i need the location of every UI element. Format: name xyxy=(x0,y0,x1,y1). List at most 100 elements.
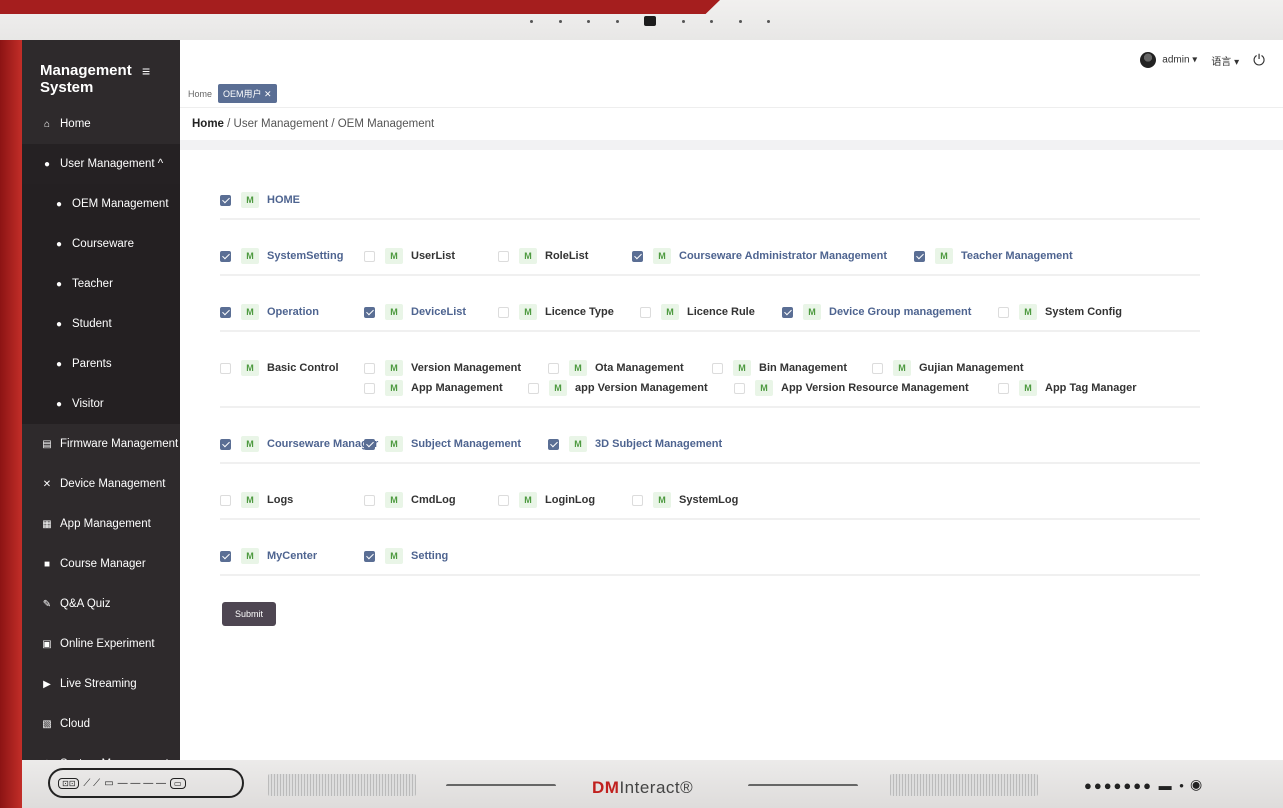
permission-item: M LoginLog xyxy=(498,492,595,508)
sidebar-item-label: Q&A Quiz xyxy=(60,598,111,610)
sidebar-item-q-a-quiz[interactable]: ✎ Q&A Quiz xyxy=(22,584,180,624)
permission-row: M MyCenter M Setting xyxy=(220,540,1200,576)
permission-label: DeviceList xyxy=(411,306,467,318)
permission-checkbox[interactable] xyxy=(548,438,559,450)
sidebar-item-cloud[interactable]: ▧ Cloud xyxy=(22,704,180,744)
sidebar-item-device-management[interactable]: ✕ Device Management xyxy=(22,464,180,504)
permission-checkbox[interactable] xyxy=(998,382,1009,394)
permission-checkbox[interactable] xyxy=(548,362,559,374)
permission-item: M Basic Control xyxy=(220,360,339,376)
menu-type-badge: M xyxy=(385,548,403,564)
permission-checkbox[interactable] xyxy=(498,494,509,506)
display-icon: ▭ xyxy=(169,777,186,789)
permission-checkbox[interactable] xyxy=(220,362,231,374)
permission-item: M App Tag Manager xyxy=(998,380,1136,396)
permission-item: M DeviceList xyxy=(364,304,466,320)
permission-checkbox[interactable] xyxy=(220,306,231,318)
sidebar-item-label: Courseware xyxy=(72,238,134,250)
sidebar-item-visitor[interactable]: ● Visitor xyxy=(22,384,180,424)
permission-checkbox[interactable] xyxy=(220,250,231,262)
power-icon[interactable]: ⏻ xyxy=(1253,52,1265,69)
camera-strip xyxy=(530,14,770,28)
permission-checkbox[interactable] xyxy=(498,306,509,318)
permission-item: M Bin Management xyxy=(712,360,847,376)
sidebar-item-user-management[interactable]: ● User Management ^ xyxy=(22,144,180,184)
brand: Management System ≡ xyxy=(22,40,180,104)
permission-checkbox[interactable] xyxy=(364,382,375,394)
apps-icon: ▦ xyxy=(42,518,52,530)
user-menu[interactable]: admin ▾ xyxy=(1140,52,1197,68)
breadcrumb-home[interactable]: Home xyxy=(192,118,224,130)
permission-checkbox[interactable] xyxy=(914,250,925,262)
sidebar-item-label: Course Manager xyxy=(60,558,146,570)
permission-label: Teacher Management xyxy=(961,250,1073,262)
sidebar-item-online-experiment[interactable]: ▣ Online Experiment xyxy=(22,624,180,664)
sidebar-item-firmware-management[interactable]: ▤ Firmware Management xyxy=(22,424,180,464)
sidebar-item-app-management[interactable]: ▦ App Management xyxy=(22,504,180,544)
permission-item: M Licence Type xyxy=(498,304,614,320)
sidebar-item-parents[interactable]: ● Parents xyxy=(22,344,180,384)
sidebar-item-home[interactable]: ⌂ Home xyxy=(22,104,180,144)
permission-row: M Basic Control M Version Management M Ota Ma… xyxy=(220,352,1200,408)
sidebar-item-oem-management[interactable]: ● OEM Management xyxy=(22,184,180,224)
permission-checkbox[interactable] xyxy=(364,494,375,506)
sidebar-item-label: App Management xyxy=(60,518,151,530)
permission-checkbox[interactable] xyxy=(220,550,231,562)
language-menu[interactable]: 语言 ▾ xyxy=(1211,53,1239,68)
menu-type-badge: M xyxy=(241,436,259,452)
permission-checkbox[interactable] xyxy=(364,250,375,262)
pen-icon: ✎ xyxy=(42,598,52,610)
permission-checkbox[interactable] xyxy=(220,494,231,506)
permission-item: M Licence Rule xyxy=(640,304,755,320)
tag-oem-user[interactable]: OEM用户 ✕ xyxy=(218,84,277,103)
permission-label: App Tag Manager xyxy=(1045,382,1137,394)
permission-checkbox[interactable] xyxy=(782,306,793,318)
permission-checkbox[interactable] xyxy=(734,382,745,394)
user-icon: ● xyxy=(55,198,63,210)
sidebar-item-courseware[interactable]: ● Courseware xyxy=(22,224,180,264)
home-icon: ⌂ xyxy=(43,118,51,130)
speaker-grille-left xyxy=(268,774,416,796)
permission-label: Courseware Administrator Management xyxy=(679,250,888,262)
sidebar-item-course-manager[interactable]: ■ Course Manager xyxy=(22,544,180,584)
sidebar-item-label: Online Experiment xyxy=(60,638,155,650)
permission-checkbox[interactable] xyxy=(364,362,375,374)
permission-checkbox[interactable] xyxy=(640,306,651,318)
permission-checkbox[interactable] xyxy=(872,362,883,374)
topbar: admin ▾ 语言 ▾ ⏻ xyxy=(180,40,1283,80)
permission-checkbox[interactable] xyxy=(498,250,509,262)
home-key-icon: ▭ xyxy=(104,777,114,789)
permission-label: System Config xyxy=(1045,306,1123,318)
monitor-bezel-top xyxy=(0,0,1283,40)
permission-checkbox[interactable] xyxy=(220,438,231,450)
permission-label: Setting xyxy=(411,550,449,562)
submit-button[interactable]: Submit xyxy=(222,602,276,626)
sidebar-item-system-management[interactable]: ⚙System Management xyxy=(22,744,180,760)
menu-type-badge: M xyxy=(241,304,259,320)
permission-checkbox[interactable] xyxy=(220,194,231,206)
tag-home[interactable]: Home xyxy=(188,89,212,99)
hamburger-menu-icon[interactable]: ≡ xyxy=(142,63,150,104)
breadcrumb: Home / User Management / OEM Management xyxy=(192,118,434,130)
permission-checkbox[interactable] xyxy=(712,362,723,374)
permission-checkbox[interactable] xyxy=(364,550,375,562)
menu-type-badge: M xyxy=(893,360,911,376)
permission-checkbox[interactable] xyxy=(364,438,375,450)
menu-type-badge: M xyxy=(569,360,587,376)
sidebar-item-live-streaming[interactable]: ▶ Live Streaming xyxy=(22,664,180,704)
permission-checkbox[interactable] xyxy=(364,306,375,318)
sidebar-item-student[interactable]: ● Student xyxy=(22,304,180,344)
permission-checkbox[interactable] xyxy=(528,382,539,394)
permission-row: M Courseware Manager M Subject Management M 3… xyxy=(220,428,1200,464)
sidebar-item-label: OEM Management xyxy=(72,198,169,210)
user-icon: ● xyxy=(55,238,63,250)
menu-type-badge: M xyxy=(733,360,751,376)
permission-label: UserList xyxy=(411,250,456,262)
permission-checkbox[interactable] xyxy=(632,250,643,262)
sidebar-item-teacher[interactable]: ● Teacher xyxy=(22,264,180,304)
permission-checkbox[interactable] xyxy=(632,494,643,506)
breadcrumb-trail: / User Management / OEM Management xyxy=(223,118,435,130)
menu-type-badge: M xyxy=(385,248,403,264)
permission-checkbox[interactable] xyxy=(998,306,1009,318)
user-icon: ● xyxy=(55,278,63,290)
